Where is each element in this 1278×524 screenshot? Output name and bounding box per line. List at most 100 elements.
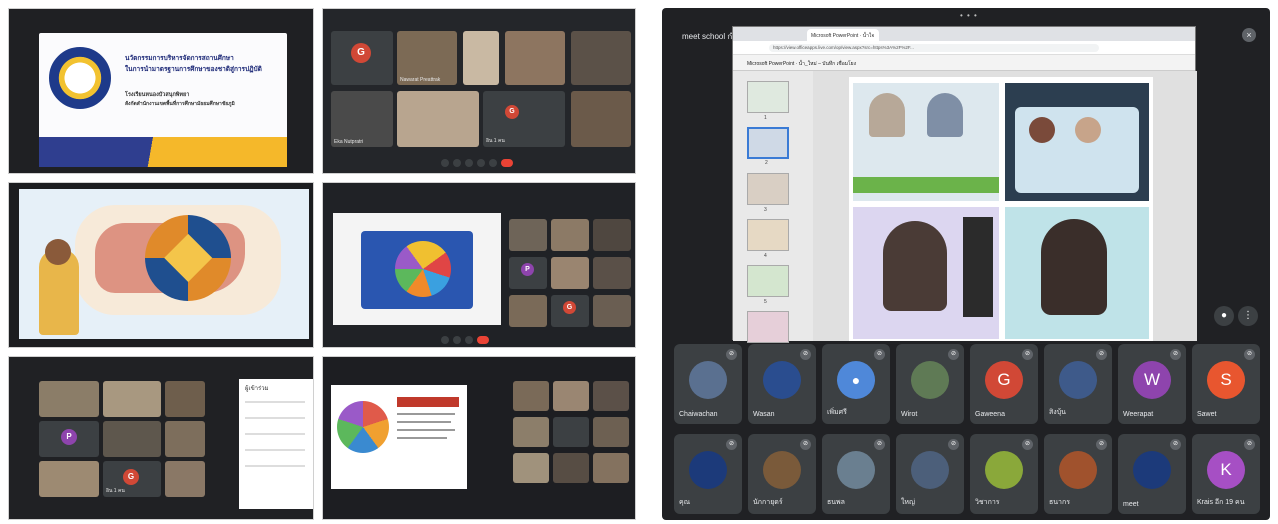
text-line [397, 421, 451, 423]
person-photo [869, 93, 905, 137]
strategy-wheel [145, 215, 231, 301]
participant-tile [505, 31, 565, 85]
more-options-icon[interactable]: ⋮ [1238, 306, 1258, 326]
participant-name: สิงบุ้น [1049, 409, 1066, 416]
mic-muted-icon: ⊘ [1170, 349, 1181, 360]
participant-tile[interactable]: ⊘ Wirot [896, 344, 964, 424]
participant-tile [593, 257, 631, 289]
avatar [911, 361, 949, 399]
sidebar-row[interactable] [245, 417, 305, 419]
avatar: P [61, 429, 77, 445]
mic-button[interactable] [441, 159, 449, 167]
leave-call-button[interactable] [501, 159, 513, 167]
participant-grid: ⊘ Chaiwachan ⊘ Wasan ⊘ ● เพิ่มศรี ⊘ Wirot ⊘ G Gawee… [674, 344, 1260, 520]
participant-tile [39, 381, 99, 417]
leave-call-button[interactable] [477, 336, 489, 344]
mini-grid [963, 217, 993, 317]
photo-title-slide: นวัตกรรมการบริหารจัดการสถานศึกษา ในการนำ… [8, 8, 314, 174]
powerpoint-title: Microsoft PowerPoint · น้ำ_ใหม่ – บันทึก… [747, 61, 857, 67]
camera-button[interactable] [453, 159, 461, 167]
participant-tile[interactable]: ⊘ ธนากร [1044, 434, 1112, 514]
photo-presentation-slide [8, 182, 314, 348]
camera-button[interactable] [453, 336, 461, 344]
text-line [397, 429, 455, 431]
participant-tile[interactable]: ⊘ นักกายุดร์ [748, 434, 816, 514]
participant-tile: G [551, 295, 589, 327]
avatar [689, 361, 727, 399]
participant-tile: G อิน 1 คน [103, 461, 161, 497]
avatar [763, 361, 801, 399]
participant-tile[interactable]: ⊘ Wasan [748, 344, 816, 424]
participant-tile[interactable]: ⊘ คุณ [674, 434, 742, 514]
mic-button[interactable] [441, 336, 449, 344]
photo-meet-diagram [322, 356, 636, 520]
photo-meet-grid-1: G Nawarat Preattrak Eka Nutpratri G อิน … [322, 8, 636, 174]
person-photo [1075, 117, 1101, 143]
sidebar-row[interactable] [245, 401, 305, 403]
slide-thumbnails: 1 2 3 4 5 6 [733, 71, 813, 351]
participant-tile[interactable]: ⊘ ● เพิ่มศรี [822, 344, 890, 424]
screenshot-pane [1005, 83, 1149, 201]
participant-tile [593, 381, 629, 411]
present-button[interactable] [477, 159, 485, 167]
slide-thumbnail[interactable]: 1 [747, 81, 789, 121]
slide-thumbnail[interactable]: 5 [747, 265, 789, 305]
mic-muted-icon: ⊘ [1244, 349, 1255, 360]
participant-tile[interactable]: ⊘ G Gaweena [970, 344, 1038, 424]
presentation-slide [19, 189, 309, 339]
participant-tile [165, 421, 205, 457]
mic-icon[interactable]: ● [1214, 306, 1234, 326]
mic-muted-icon: ⊘ [874, 349, 885, 360]
close-icon[interactable]: × [1242, 28, 1256, 42]
sidebar-row[interactable] [245, 465, 305, 467]
google-meet-window: • • • meet school กำลัง... × Microsoft P… [662, 8, 1270, 520]
participant-tile [513, 453, 549, 483]
participant-name: Wirot [901, 411, 918, 418]
avatar [1059, 361, 1097, 399]
slide-thumbnail-selected[interactable]: 2 [747, 127, 789, 166]
mic-muted-icon: ⊘ [800, 349, 811, 360]
meet-controls [441, 156, 513, 170]
poster-card [1015, 107, 1139, 193]
browser-tab[interactable]: Microsoft PowerPoint · น้ำใจ [807, 29, 879, 41]
slide-thumbnail[interactable]: 4 [747, 219, 789, 259]
participant-tile [165, 381, 205, 417]
person-photo [927, 93, 963, 137]
url-field[interactable]: https://view.officeapps.live.com/op/view… [769, 44, 1099, 52]
avatar [1059, 451, 1097, 489]
slide-thumbnail[interactable]: 3 [747, 173, 789, 213]
participant-tile [509, 219, 547, 251]
mic-muted-icon: ⊘ [726, 349, 737, 360]
participant-tile[interactable]: ⊘ meet [1118, 434, 1186, 514]
slide-thumbnail[interactable]: 6 [747, 311, 789, 351]
slide-decor-stripe [39, 137, 287, 167]
green-banner [853, 177, 999, 193]
captions-button[interactable] [465, 159, 473, 167]
participant-name: meet [1123, 501, 1139, 508]
shared-screen: Microsoft PowerPoint · น้ำใจ https://vie… [732, 26, 1197, 351]
present-button[interactable] [465, 336, 473, 344]
participant-tile[interactable]: ⊘ K Krais อีก 19 คน [1192, 434, 1260, 514]
slide-school-line2: สังกัดสำนักงานเขตพื้นที่การศึกษามัธยมศึก… [125, 101, 235, 107]
participant-tile[interactable]: ⊘ วิชาการ [970, 434, 1038, 514]
participant-tile[interactable]: ⊘ ธนพล [822, 434, 890, 514]
participant-tile [165, 461, 205, 497]
participant-name: ใหญ่ [901, 499, 915, 506]
participant-tile[interactable]: ⊘ Chaiwachan [674, 344, 742, 424]
slide-heading-bar [397, 397, 459, 407]
window-drag-dots[interactable]: • • • [960, 11, 978, 20]
participant-name: ธนากร [1049, 499, 1070, 506]
sidebar-row[interactable] [245, 449, 305, 451]
shared-slide [331, 385, 467, 489]
participant-tile[interactable]: ⊘ W Weerapat [1118, 344, 1186, 424]
more-button[interactable] [489, 159, 497, 167]
participant-tile[interactable]: ⊘ ใหญ่ [896, 434, 964, 514]
participant-tile[interactable]: ⊘ สิงบุ้น [1044, 344, 1112, 424]
mic-muted-icon: ⊘ [948, 349, 959, 360]
participant-name: คุณ [679, 499, 691, 506]
participant-name: Krais อีก 19 คน [1197, 499, 1245, 506]
participant-name: Eka Nutpratri [334, 139, 364, 145]
sidebar-row[interactable] [245, 433, 305, 435]
participant-tile[interactable]: ⊘ S Sawet [1192, 344, 1260, 424]
alphabet-wheel [395, 241, 451, 297]
